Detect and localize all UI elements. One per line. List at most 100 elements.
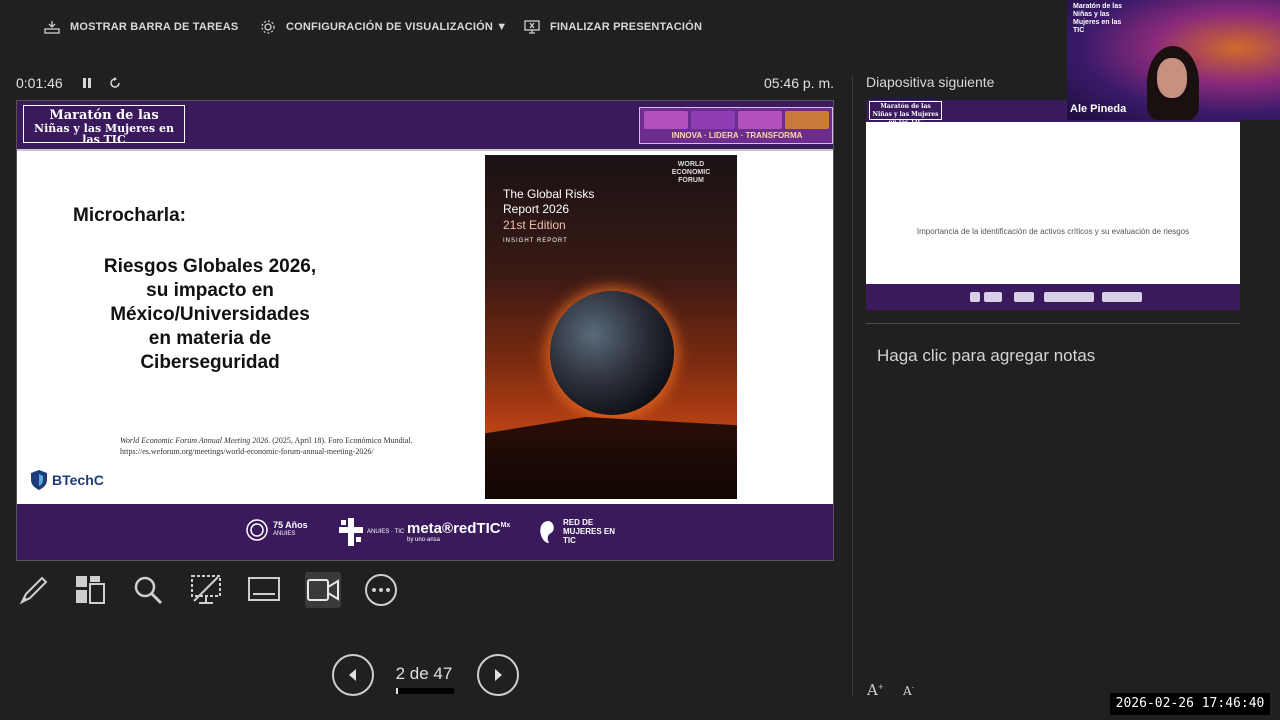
see-all-slides-button[interactable] (72, 572, 108, 608)
triangle-right-icon (495, 669, 502, 681)
globe-illustration (550, 291, 674, 415)
end-presentation-button[interactable]: FINALIZAR PRESENTACIÓN (524, 18, 702, 36)
pause-icon[interactable] (80, 76, 94, 90)
wef-logo: WORLD ECONOMIC FORUM (671, 161, 711, 184)
next-slide-logo: Maratón de las Niñas y las Mujeres en la… (869, 101, 942, 126)
slide-body-line4: en materia de (148, 328, 272, 349)
slides-grid-icon (76, 576, 105, 604)
slide-header: Maratón de las Niñas y las Mujeres en la… (17, 101, 833, 151)
next-slide-footer (866, 284, 1240, 310)
anuies-emblem-icon (246, 519, 268, 541)
anuies-logo: 75 Años ANUIES (245, 518, 308, 542)
slide-body-line3: México/Universidades (110, 304, 310, 325)
banner-strip (644, 111, 829, 129)
next-slide-label: Diapositiva siguiente (866, 74, 995, 90)
next-footer-logo (970, 292, 980, 302)
next-slide-button[interactable] (477, 654, 519, 696)
next-footer-logo (1044, 292, 1094, 302)
next-footer-logo (1014, 292, 1034, 302)
next-slide-text: Importancia de la identificación de acti… (916, 227, 1190, 236)
increase-font-icon: A+ (867, 681, 884, 699)
anuies-tic-icon (339, 518, 363, 546)
webcam-video: Maratón de las Niñas y las Mujeres en la… (1067, 0, 1280, 120)
red-mujeres-text: RED DE MUJERES EN TIC (563, 518, 616, 545)
subtitles-button[interactable] (246, 572, 282, 608)
banner-tagline: INNOVA · LIDERA · TRANSFORMA (671, 131, 803, 140)
slide-title: Microcharla: (73, 205, 186, 226)
webcam-overlay-title: Maratón de las Niñas y las Mujeres en la… (1073, 3, 1123, 34)
slide-body: Riesgos Globales 2026, su impacto en Méx… (67, 255, 353, 375)
pane-divider[interactable] (852, 75, 853, 695)
screen-off-icon (191, 575, 221, 604)
taskbar-icon (44, 21, 60, 34)
person-face (1157, 58, 1187, 98)
pen-icon (19, 576, 48, 605)
black-screen-button[interactable] (188, 572, 224, 608)
webcam-participant-name: Ale Pineda (1070, 103, 1127, 115)
subtitles-icon (248, 577, 280, 601)
restart-timer-icon[interactable] (108, 76, 122, 90)
report-title-line1: The Global Risks (503, 187, 595, 201)
maraton-logo-line1: Maratón de las (49, 108, 159, 123)
increase-font-button[interactable]: A+ (867, 681, 884, 699)
magnifier-icon (134, 576, 163, 605)
report-insight: INSIGHT REPORT (503, 238, 568, 244)
report-title-line2: Report 2026 (503, 202, 570, 216)
notes-separator (866, 323, 1240, 324)
next-footer-logo (984, 292, 1002, 302)
report-edition: 21st Edition (503, 218, 566, 232)
triangle-left-icon (349, 669, 356, 681)
video-camera-icon (307, 579, 339, 601)
current-slide[interactable]: Maratón de las Niñas y las Mujeres en la… (16, 100, 834, 561)
citation-rest: . (2025, April 18). Foro Económico Mundi… (268, 436, 413, 445)
next-footer-logo (1102, 292, 1142, 302)
zoom-button[interactable] (130, 572, 166, 608)
maraton-logo: Maratón de las Niñas y las Mujeres en la… (23, 105, 185, 147)
recording-timestamp: 2026-02-26 17:46:40 (1110, 693, 1270, 715)
citation: World Economic Forum Annual Meeting 2026… (120, 435, 460, 457)
anuies-name: ANUIES (273, 531, 296, 537)
anuies-tic-label: ANUIES · TIC (367, 529, 405, 535)
display-settings-button[interactable]: CONFIGURACIÓN DE VISUALIZACIÓN ▼ (260, 18, 507, 36)
slide-progress-bar (396, 688, 454, 694)
meta-redtic-logo: meta®redTICMx by uno·ansa (407, 520, 510, 543)
slide-body-line1: Riesgos Globales 2026, (103, 256, 317, 277)
gear-icon (261, 20, 275, 34)
anuies-years: 75 Años (273, 520, 308, 530)
report-cover-image: WORLD ECONOMIC FORUM The Global Risks Re… (485, 155, 737, 499)
slide-body-line5: Ciberseguridad (140, 352, 280, 373)
more-options-button[interactable] (363, 572, 399, 608)
citation-url: https://es.weforum.org/meetings/world-ec… (120, 447, 374, 456)
clock: 05:46 p. m. (763, 75, 834, 91)
slide-footer: 75 Años ANUIES ANUIES · TIC meta®redTICM… (17, 504, 833, 560)
meta-redtic-sup: Mx (500, 522, 511, 529)
decrease-font-button[interactable]: A- (903, 684, 914, 698)
show-taskbar-label: MOSTRAR BARRA DE TAREAS (70, 21, 239, 33)
end-presentation-label: FINALIZAR PRESENTACIÓN (550, 21, 703, 33)
woman-profile-icon (540, 520, 554, 543)
pen-tool-button[interactable] (16, 572, 52, 608)
cliff-illustration (485, 417, 737, 499)
citation-title: World Economic Forum Annual Meeting 2026 (120, 436, 269, 445)
more-icon (365, 574, 397, 606)
elapsed-timer: 0:01:46 (16, 75, 63, 91)
steam-banner: INNOVA · LIDERA · TRANSFORMA (639, 107, 833, 144)
next-slide-preview[interactable]: Maratón de las Niñas y las Mujeres en la… (866, 100, 1240, 310)
end-show-icon (524, 20, 540, 34)
previous-slide-button[interactable] (332, 654, 374, 696)
notes-placeholder[interactable]: Haga clic para agregar notas (877, 346, 1095, 366)
shield-icon (31, 470, 47, 490)
camera-toggle-button[interactable] (305, 572, 341, 608)
slide-counter[interactable]: 2 de 47 (382, 664, 466, 684)
slide-body-line2: su impacto en (146, 280, 274, 301)
slide-progress-fill (396, 688, 399, 694)
report-title: The Global Risks Report 2026 (503, 187, 594, 217)
red-mujeres-logo: RED DE MUJERES EN TIC (535, 518, 623, 545)
maraton-logo-line2: Niñas y las Mujeres en las TIC (34, 121, 174, 147)
display-settings-label: CONFIGURACIÓN DE VISUALIZACIÓN ▼ (286, 21, 508, 33)
meta-redtic-text: meta®redTIC (407, 520, 501, 537)
decrease-font-icon: A- (903, 684, 915, 698)
show-taskbar-button[interactable]: MOSTRAR BARRA DE TAREAS (44, 18, 238, 36)
anuies-tic-logo: ANUIES · TIC (339, 518, 404, 546)
btech-text: BTechC (52, 472, 104, 488)
